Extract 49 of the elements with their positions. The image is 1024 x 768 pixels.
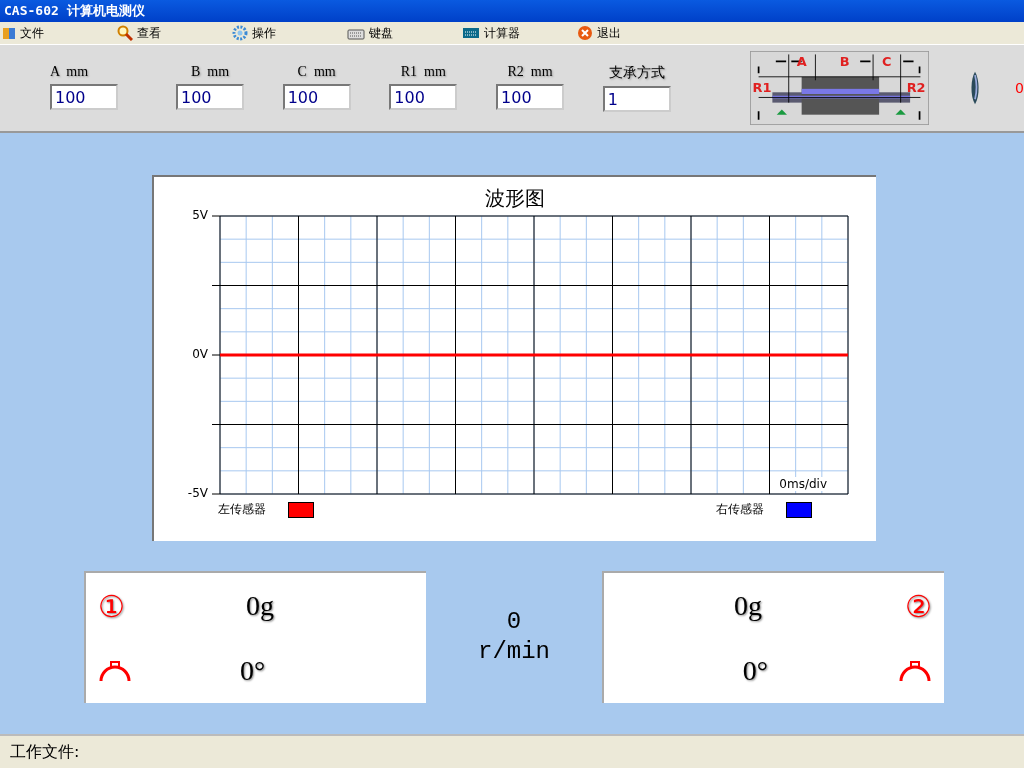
input-field[interactable]: 100 — [50, 84, 118, 110]
angle-value: 0° — [742, 655, 768, 688]
axis-tick-label: 5V — [192, 208, 208, 222]
chart-title: 波形图 — [485, 185, 545, 209]
input-field[interactable]: 100 — [496, 84, 564, 110]
field-label: C mm — [297, 64, 336, 80]
field-label: R1 mm — [400, 64, 446, 80]
field-label: R2 mm — [507, 64, 553, 80]
arc-icon — [898, 660, 932, 683]
speed-unit: r/min — [478, 637, 550, 667]
input-field[interactable]: 100 — [389, 84, 458, 110]
counter-value: 0 — [1015, 80, 1024, 96]
input-field[interactable]: 100 — [176, 84, 244, 110]
menu-item[interactable]: 键盘 — [344, 24, 459, 42]
field-label: A mm — [50, 64, 89, 80]
book-icon — [2, 26, 16, 40]
status-label: 工作文件: — [10, 741, 80, 763]
search-icon — [117, 25, 133, 41]
weight-value: 0g — [246, 590, 274, 623]
input-field[interactable]: 1 — [602, 86, 671, 112]
keyboard-icon — [347, 26, 365, 40]
close-icon — [577, 25, 593, 41]
dimension-label: B — [839, 54, 850, 70]
sensor-number: ② — [904, 588, 932, 624]
weight-value: 0g — [734, 590, 762, 623]
speed-value: 0 — [506, 607, 522, 637]
dimension-label: A — [796, 54, 807, 70]
field-label: B mm — [190, 64, 230, 80]
calculator-icon — [462, 27, 480, 39]
dimension-label: R1 — [752, 80, 772, 96]
legend-label: 右传感器 — [716, 501, 764, 518]
menu-item[interactable]: 查看 — [114, 24, 229, 42]
angle-value: 0° — [240, 655, 266, 688]
legend-label: 左传感器 — [218, 501, 266, 518]
dimension-label: R2 — [906, 80, 926, 96]
window-title: CAS-602 计算机电测仪 — [0, 0, 1024, 22]
axis-tick-label: -5V — [187, 486, 208, 500]
axis-tick-label: 0V — [192, 347, 208, 361]
menu-item[interactable]: 计算器 — [459, 24, 574, 42]
menu-item[interactable]: 退出 — [574, 24, 689, 42]
menu-item[interactable]: 操作 — [229, 24, 344, 42]
scale-label: 0ms/div — [777, 477, 829, 491]
arc-icon — [98, 660, 132, 683]
settings-icon — [232, 25, 248, 41]
menu-item[interactable]: 文件 — [0, 24, 114, 42]
field-label: 支承方式 — [608, 64, 665, 82]
dimension-label: C — [882, 54, 892, 70]
input-field[interactable]: 100 — [282, 84, 351, 110]
sensor-number: ① — [98, 588, 126, 624]
